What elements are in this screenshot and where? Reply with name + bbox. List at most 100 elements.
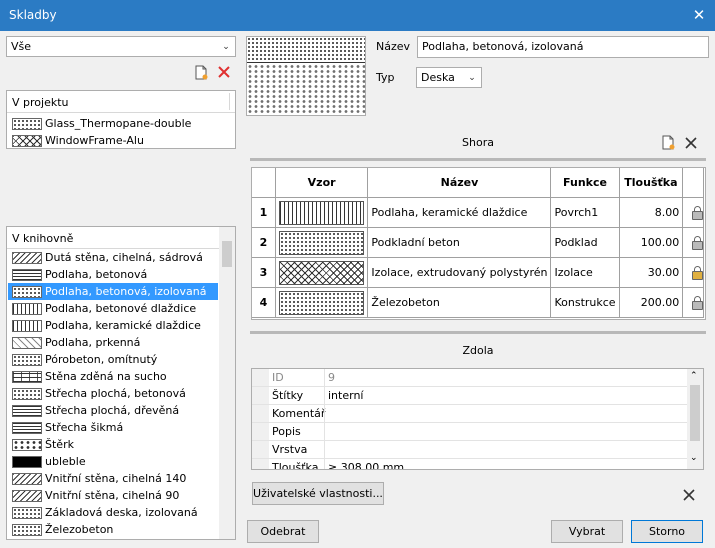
layer-lock[interactable] [682,257,704,288]
layer-pattern [274,227,369,258]
property-divider [324,423,325,441]
layer-lock[interactable] [682,197,704,228]
pattern-swatch-icon [12,524,42,536]
layer-lock[interactable] [682,287,704,318]
property-row[interactable]: Vrstva [252,441,687,459]
chevron-up-icon[interactable]: ⌃ [690,371,698,381]
library-item-label: ubleble [45,455,86,468]
layer-function: Povrch1 [550,197,620,228]
type-dropdown[interactable]: Deska ⌄ [416,67,482,88]
library-item[interactable]: Železobeton [8,521,218,538]
pattern-swatch-icon [12,422,42,434]
library-scroll-thumb[interactable] [222,241,232,267]
delete-x-icon[interactable] [217,65,231,80]
chevron-down-icon[interactable]: ⌄ [690,453,698,463]
new-document-icon[interactable] [195,65,208,80]
library-item-label: Pórobeton, omítnutý [45,353,158,366]
col-lock [682,168,704,198]
padlock-icon[interactable] [692,236,704,250]
remove-button[interactable]: Odebrat [247,520,319,543]
property-value: ≥ 308.00 mm [328,461,405,470]
library-item[interactable]: Podlaha, betonové dlaždice [8,300,218,317]
layer-name: Železobeton [367,287,552,318]
library-item[interactable]: Pórobeton, omítnutý [8,351,218,368]
add-layer-icon[interactable] [662,135,675,150]
remove-layer-icon[interactable] [684,136,698,150]
library-item-label: Dutá stěna, cihelná, sádrová [45,251,203,264]
property-row[interactable]: ID 9 [252,369,687,387]
select-button[interactable]: Vybrat [551,520,623,543]
library-item-label: Podlaha, betonová [45,268,148,281]
property-row[interactable]: Komentář [252,405,687,423]
name-label: Název [376,40,411,53]
property-row[interactable]: Popis [252,423,687,441]
layer-function: Podklad [550,227,620,258]
property-row[interactable]: Štítky interní [252,387,687,405]
pattern-swatch-icon [12,269,42,281]
pattern-swatch-icon [12,405,42,417]
col-thickness: Tloušťka [618,168,684,198]
layer-row[interactable]: 4 Železobeton Konstrukce 200.00 [252,287,704,318]
library-item-label: Železobeton [45,523,114,536]
library-item[interactable]: Střecha plochá, betonová [8,385,218,402]
library-item[interactable]: Štěrk [8,436,218,453]
property-key: Vrstva [272,443,308,456]
library-item[interactable]: ubleble [8,453,218,470]
layer-row[interactable]: 1 Podlaha, keramické dlaždice Povrch1 8.00 [252,197,704,228]
library-item[interactable]: Vnitřní stěna, cihelná 90 [8,487,218,504]
unlocked-padlock-icon[interactable] [692,266,704,280]
pattern-swatch-icon [12,118,42,130]
library-item-label: Podlaha, keramické dlaždice [45,319,201,332]
bottom-section-title: Zdola [462,344,494,357]
layer-name: Izolace, extrudovaný polystyrén [367,257,552,288]
library-item-label: Střecha plochá, betonová [45,387,186,400]
layer-pattern-swatch-icon [278,260,364,285]
layer-lock[interactable] [682,227,704,258]
layer-number: 1 [252,197,276,228]
library-item[interactable]: Podlaha, betonová, izolovaná [8,283,218,300]
pattern-swatch-icon [12,135,42,147]
project-item[interactable]: WindowFrame-Alu [8,132,234,149]
project-item-label: Glass_Thermopane-double [45,117,192,130]
layer-row[interactable]: 3 Izolace, extrudovaný polystyrén Izolace 3… [252,257,704,288]
layer-pattern [274,287,369,318]
padlock-icon[interactable] [692,206,704,220]
library-item[interactable]: Střecha šikmá [8,419,218,436]
library-item-label: Stěna zděná na sucho [45,370,167,383]
layer-pattern [274,197,369,228]
library-item[interactable]: Podlaha, betonová [8,266,218,283]
layer-row[interactable]: 2 Podkladní beton Podklad 100.00 [252,227,704,258]
library-item[interactable]: Základová deska, izolovaná [8,504,218,521]
library-item[interactable]: Podlaha, prkenná [8,334,218,351]
project-item-label: WindowFrame-Alu [45,134,144,147]
layers-body: 1 Podlaha, keramické dlaždice Povrch1 8.00 2… [252,197,704,318]
close-icon[interactable]: ✕ [691,6,707,24]
filter-dropdown[interactable]: Vše ⌄ [6,36,236,57]
library-item[interactable]: Podlaha, keramické dlaždice [8,317,218,334]
library-item[interactable]: Dutá stěna, cihelná, sádrová [8,249,218,266]
library-list: V knihovně Dutá stěna, cihelná, sádrová P… [6,226,236,540]
library-scrollbar[interactable] [219,227,235,539]
library-item-label: Podlaha, prkenná [45,336,141,349]
name-input[interactable]: Podlaha, betonová, izolovaná [417,36,709,58]
pattern-swatch-icon [12,371,42,383]
pattern-swatch-icon [12,337,42,349]
layers-header-row: Vzor Název Funkce Tloušťka [252,168,704,198]
library-list-header: V knihovně [7,227,219,249]
library-item[interactable]: Střecha plochá, dřevěná [8,402,218,419]
project-list: V projektu Glass_Thermopane-double Window… [6,90,236,149]
library-item[interactable]: Stěna zděná na sucho [8,368,218,385]
project-item[interactable]: Glass_Thermopane-double [8,115,234,132]
close-properties-icon[interactable] [682,488,696,502]
library-item-label: Střecha šikmá [45,421,124,434]
library-item[interactable]: Vnitřní stěna, cihelná 140 [8,470,218,487]
property-value: 9 [328,371,335,384]
layer-name: Podkladní beton [367,227,552,258]
properties-scroll-thumb[interactable] [690,385,700,441]
user-properties-button[interactable]: Uživatelské vlastnosti... [252,482,384,505]
padlock-icon[interactable] [692,296,704,310]
layer-thickness: 8.00 [618,197,684,228]
property-row[interactable]: Tloušťka ≥ 308.00 mm [252,459,687,470]
properties-scrollbar[interactable]: ⌃ ⌄ [687,369,703,469]
cancel-button[interactable]: Storno [631,520,703,543]
